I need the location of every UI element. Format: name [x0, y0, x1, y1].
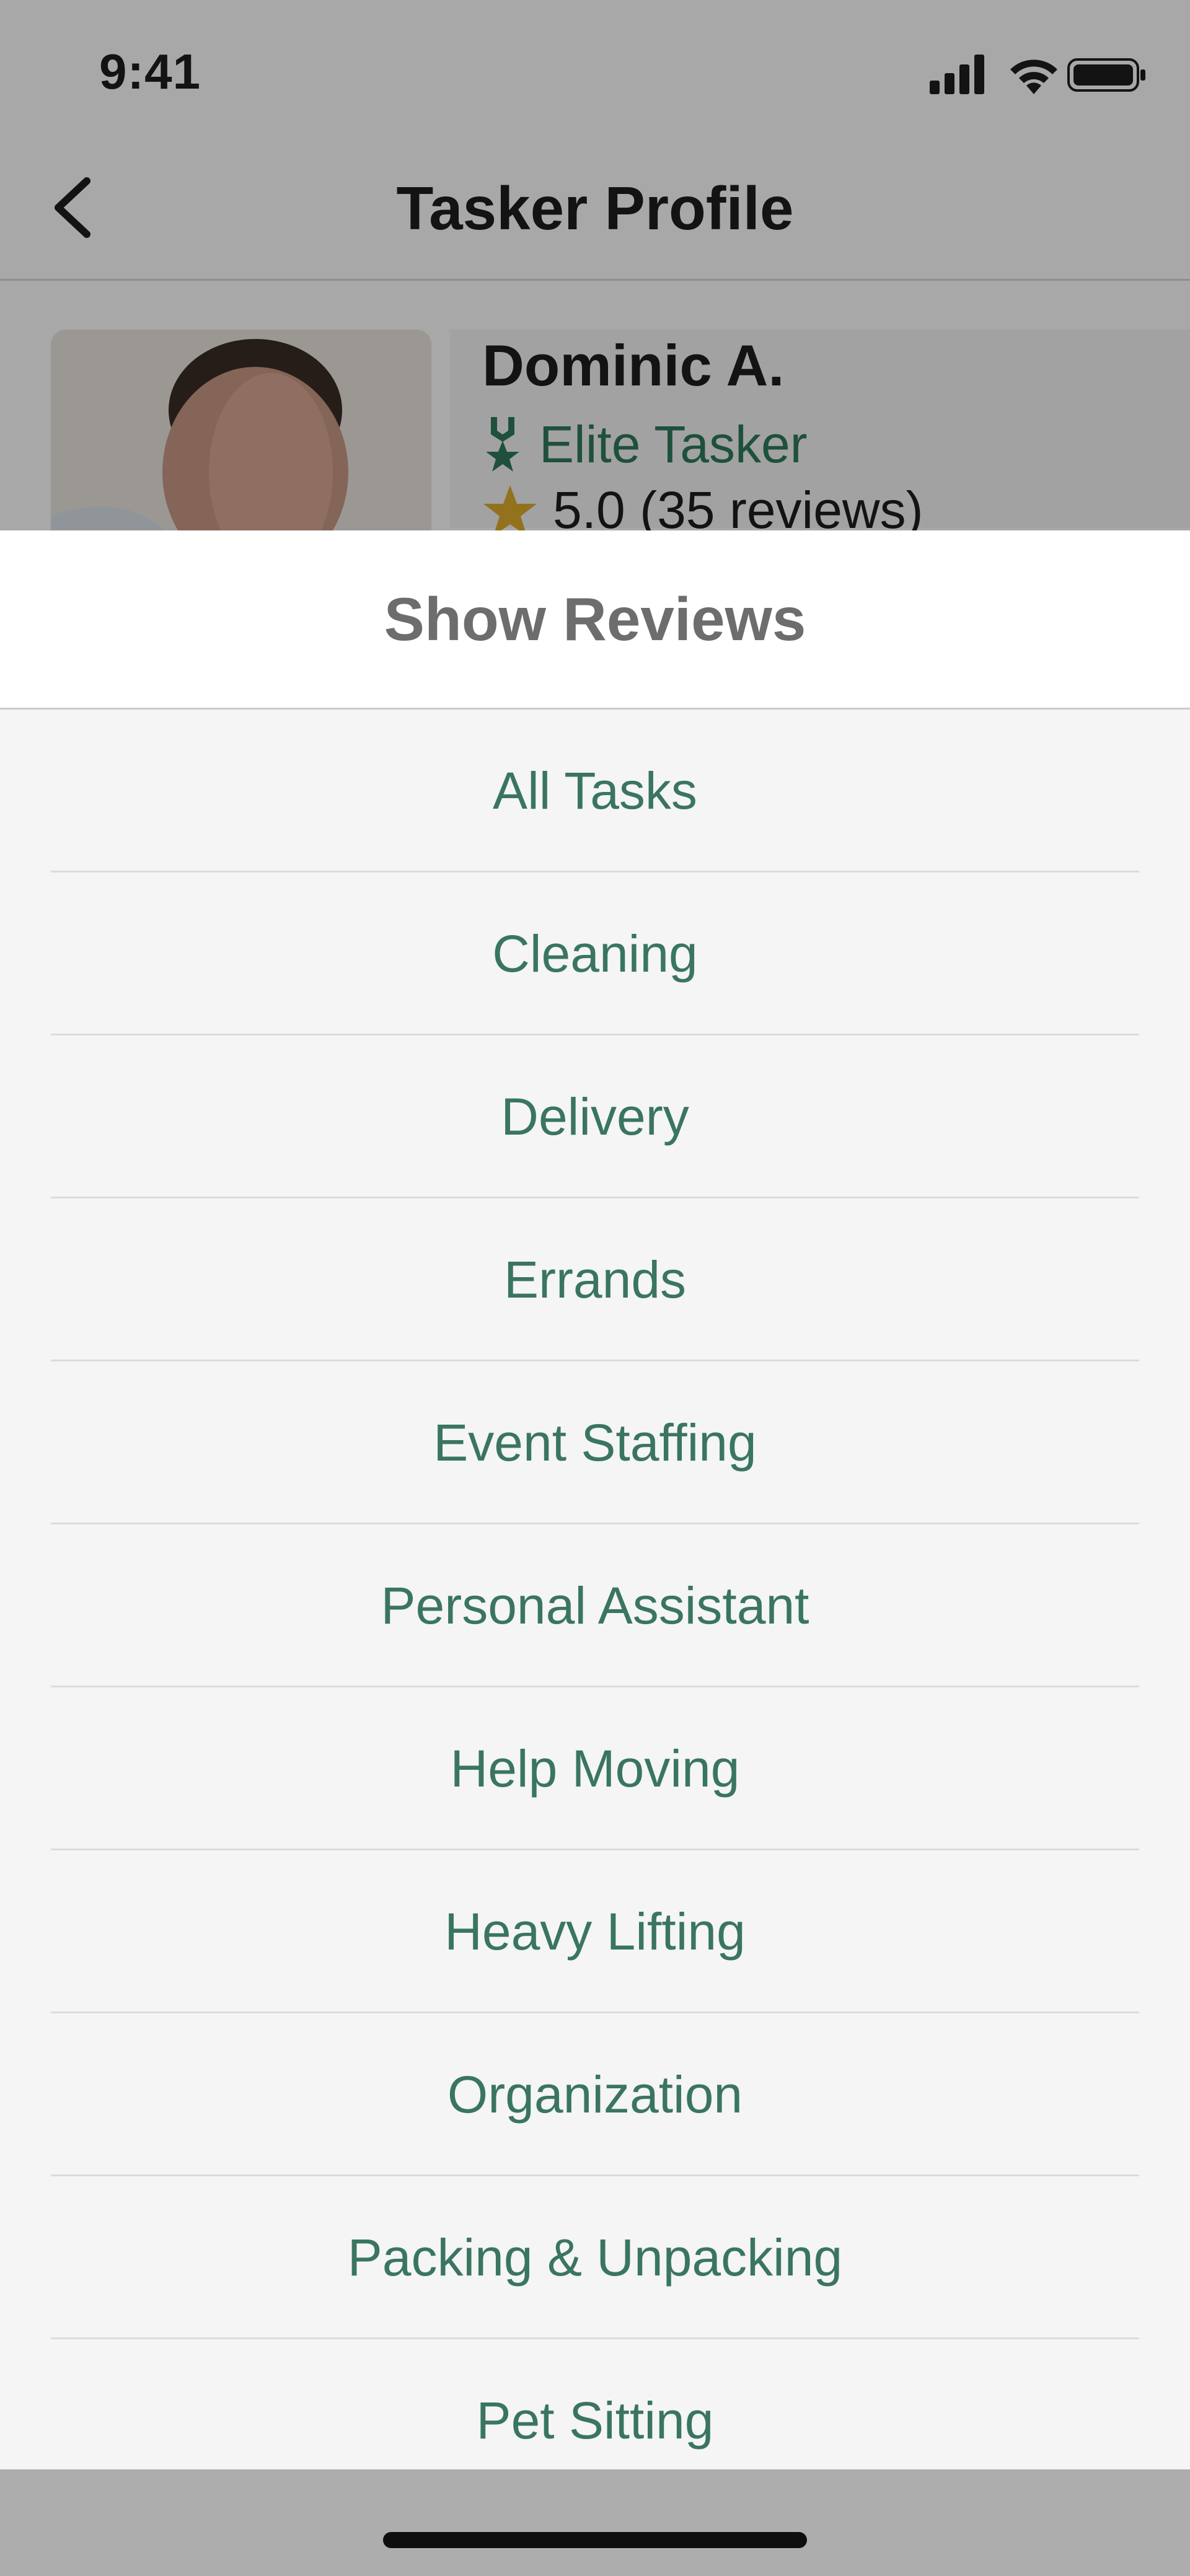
option-event-staffing[interactable]: Event Staffing — [0, 1361, 1190, 1524]
option-label: Event Staffing — [433, 1413, 757, 1472]
option-label: Pet Sitting — [476, 2391, 714, 2450]
option-label: Help Moving — [450, 1739, 740, 1798]
option-label: Cleaning — [492, 924, 698, 983]
option-label: Heavy Lifting — [444, 1902, 746, 1961]
option-personal-assistant[interactable]: Personal Assistant — [0, 1524, 1190, 1687]
option-packing-unpacking[interactable]: Packing & Unpacking — [0, 2176, 1190, 2339]
bottom-safe-area — [0, 2469, 1190, 2576]
option-all-tasks[interactable]: All Tasks — [0, 710, 1190, 872]
option-label: Personal Assistant — [381, 1576, 809, 1635]
option-label: Organization — [447, 2065, 743, 2124]
option-organization[interactable]: Organization — [0, 2013, 1190, 2176]
sheet-title: Show Reviews — [384, 584, 806, 653]
option-label: Errands — [503, 1250, 687, 1309]
option-errands[interactable]: Errands — [0, 1198, 1190, 1361]
option-label: Delivery — [501, 1087, 689, 1146]
option-label: Packing & Unpacking — [347, 2228, 843, 2287]
review-filter-list: All Tasks Cleaning Delivery Errands Even… — [0, 710, 1190, 2469]
option-help-moving[interactable]: Help Moving — [0, 1687, 1190, 1850]
option-heavy-lifting[interactable]: Heavy Lifting — [0, 1850, 1190, 2013]
option-cleaning[interactable]: Cleaning — [0, 873, 1190, 1035]
option-delivery[interactable]: Delivery — [0, 1035, 1190, 1198]
option-pet-sitting[interactable]: Pet Sitting — [0, 2339, 1190, 2469]
option-label: All Tasks — [493, 761, 697, 820]
sheet-header: Show Reviews — [0, 530, 1190, 710]
home-indicator[interactable] — [383, 2532, 807, 2548]
